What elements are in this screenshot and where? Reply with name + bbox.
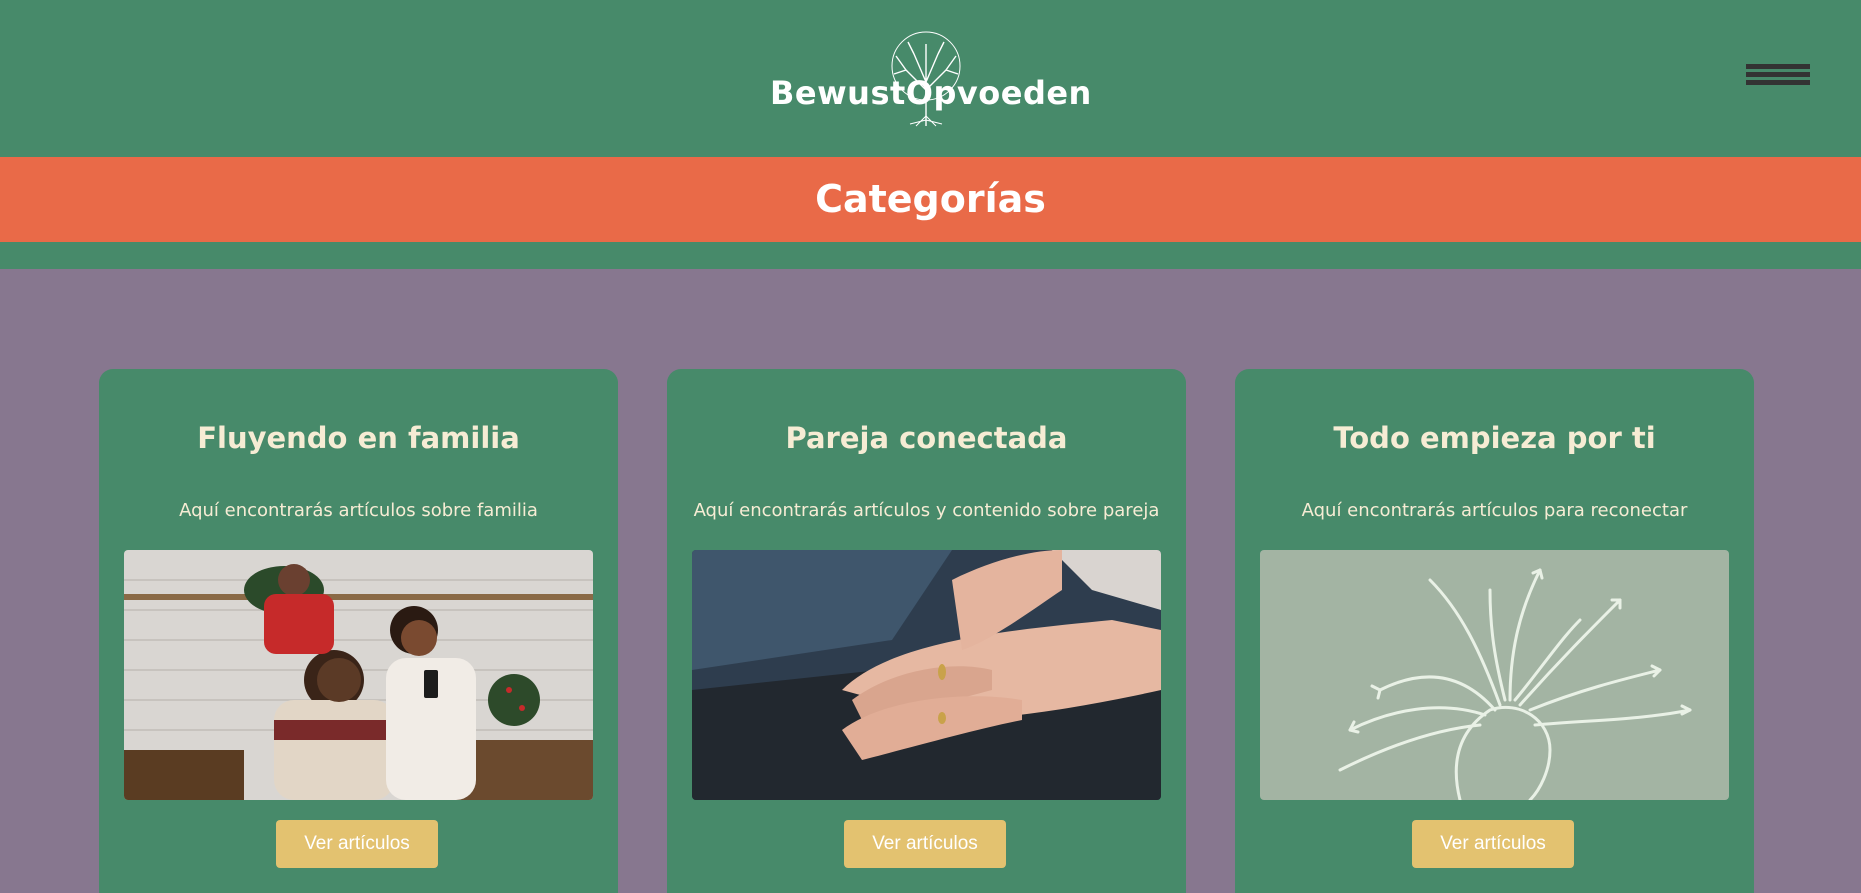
menu-button[interactable]	[1746, 64, 1810, 92]
card-title: Pareja conectada	[785, 421, 1068, 455]
logo-wordmark: BewustOpvoeden	[770, 74, 1092, 112]
view-articles-button[interactable]: Ver artículos	[1412, 820, 1574, 868]
card-title: Todo empieza por ti	[1333, 421, 1656, 455]
hamburger-icon-bar	[1746, 64, 1810, 69]
couple-hands-photo	[692, 550, 1161, 800]
card-title: Fluyendo en familia	[197, 421, 520, 455]
page-banner: Categorías	[0, 157, 1861, 242]
view-articles-button[interactable]: Ver artículos	[276, 820, 438, 868]
category-card-familia: Fluyendo en familia Aquí encontrarás art…	[99, 369, 618, 893]
card-description: Aquí encontrarás artículos para reconect…	[1301, 500, 1688, 521]
hamburger-icon-bar	[1746, 80, 1810, 85]
card-description: Aquí encontrarás artículos y contenido s…	[693, 500, 1160, 521]
site-logo[interactable]: BewustOpvoeden	[770, 30, 1092, 132]
family-photo	[124, 550, 593, 800]
chalkboard-arrows-photo	[1260, 550, 1729, 800]
page-title: Categorías	[815, 177, 1046, 221]
divider-strip	[0, 242, 1861, 269]
category-card-pareja: Pareja conectada Aquí encontrarás artícu…	[667, 369, 1186, 893]
category-card-todo-empieza-por-ti: Todo empieza por ti Aquí encontrarás art…	[1235, 369, 1754, 893]
site-header: BewustOpvoeden	[0, 0, 1861, 157]
hamburger-icon-bar	[1746, 72, 1810, 77]
view-articles-button[interactable]: Ver artículos	[844, 820, 1006, 868]
card-description: Aquí encontrarás artículos sobre familia	[179, 500, 538, 521]
